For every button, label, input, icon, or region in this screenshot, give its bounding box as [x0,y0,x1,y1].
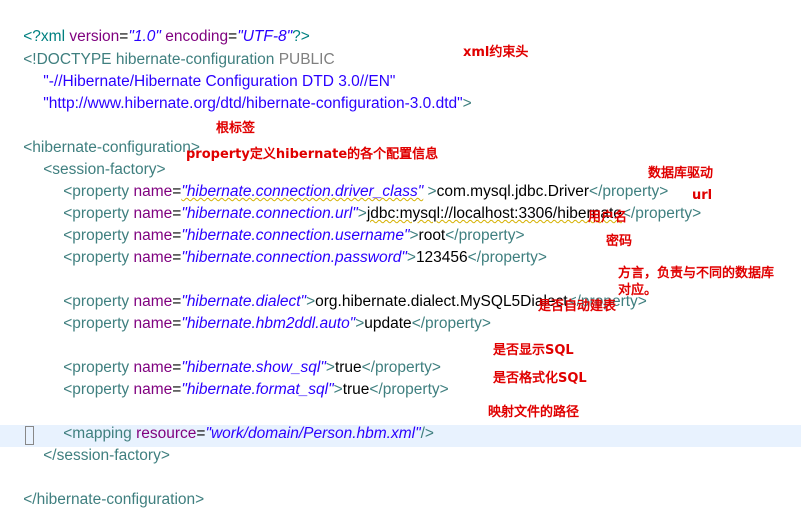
annotation-ddl: 是否自动建表 [538,299,617,314]
text-password: 123456 [415,249,468,266]
attr-name: name [133,315,173,332]
code-line-14: <property name="hibernate.hbm2ddl.auto">… [46,294,491,332]
doctype-system-id: "http://www.hibernate.org/dtd/hibernate-… [43,95,463,112]
annotation-password: 密码 [606,234,633,249]
value-connection-password: "hibernate.connection.password" [181,249,407,266]
annotation-header: xml约束头 [463,45,529,60]
tag-hibernate-configuration-close: </hibernate-configuration> [23,491,205,508]
code-line-11: <property name="hibernate.connection.pas… [46,228,547,266]
tag-close: > [333,381,343,398]
equals: = [172,249,182,266]
code-line-8: <property name="hibernate.connection.dri… [46,162,668,200]
annotation-dialect-line1: 方言，负责与不同的数据库 [618,266,775,281]
annotation-driver: 数据库驱动 [648,166,714,181]
tag-property-open: <property [63,315,134,332]
value-hbm2ddl: "hibernate.hbm2ddl.auto" [181,315,356,332]
annotation-property-info: property定义hibernate的各个配置信息 [186,147,439,162]
tag-session-factory-close: </session-factory> [43,447,170,464]
value-format-sql: "hibernate.format_sql" [181,381,334,398]
code-line-9: <property name="hibernate.connection.url… [46,184,701,222]
equals: = [172,315,182,332]
tag-property-open: <property [63,381,134,398]
code-line-19: <mapping resource="work/domain/Person.hb… [46,404,434,442]
code-line-4: "http://www.hibernate.org/dtd/hibernate-… [26,74,472,112]
tag-close: > [406,249,416,266]
doctype-close: > [462,95,472,112]
tag-property-end: </property> [467,249,547,266]
attr-name: name [133,249,173,266]
code-line-17: <property name="hibernate.format_sql">tr… [46,360,448,398]
tag-self-close: /> [420,425,434,442]
annotation-show-sql: 是否显示SQL [493,343,574,358]
equals: = [172,381,182,398]
tag-property-open: <property [63,249,134,266]
code-line-22: </hibernate-configuration> [6,470,204,508]
code-line-13: <property name="hibernate.dialect">org.h… [46,272,647,310]
annotation-root: 根标签 [216,121,256,136]
value-mapping-resource: "work/domain/Person.hbm.xml" [205,425,421,442]
code-line-20: </session-factory> [26,426,170,464]
text-hbm2ddl: update [364,315,412,332]
annotation-dialect-line2: 对应。 [618,283,658,298]
code-line-10: <property name="hibernate.connection.use… [46,206,524,244]
code-line-7: <session-factory> [26,140,165,178]
tag-property-end: </property> [369,381,449,398]
annotation-format-sql: 是否格式化SQL [493,371,587,386]
code-line-1: <?xml version="1.0" encoding="UTF-8"?> [6,7,310,45]
annotation-mapping: 映射文件的路径 [488,405,580,420]
code-line-3: "-//Hibernate/Hibernate Configuration DT… [26,52,395,90]
code-line-6: <hibernate-configuration> [6,118,200,156]
code-line-16: <property name="hibernate.show_sql">true… [46,338,441,376]
tag-property-end: </property> [411,315,491,332]
annotation-url: url [692,188,713,203]
annotation-user: 用户名 [588,210,628,225]
bracket-match-marker [25,426,34,445]
attr-name: name [133,381,173,398]
tag-property-end: </property> [621,205,702,222]
text-format-sql: true [342,381,370,398]
tag-close: > [355,315,365,332]
code-line-2: <!DOCTYPE hibernate-configuration PUBLIC [6,30,334,68]
